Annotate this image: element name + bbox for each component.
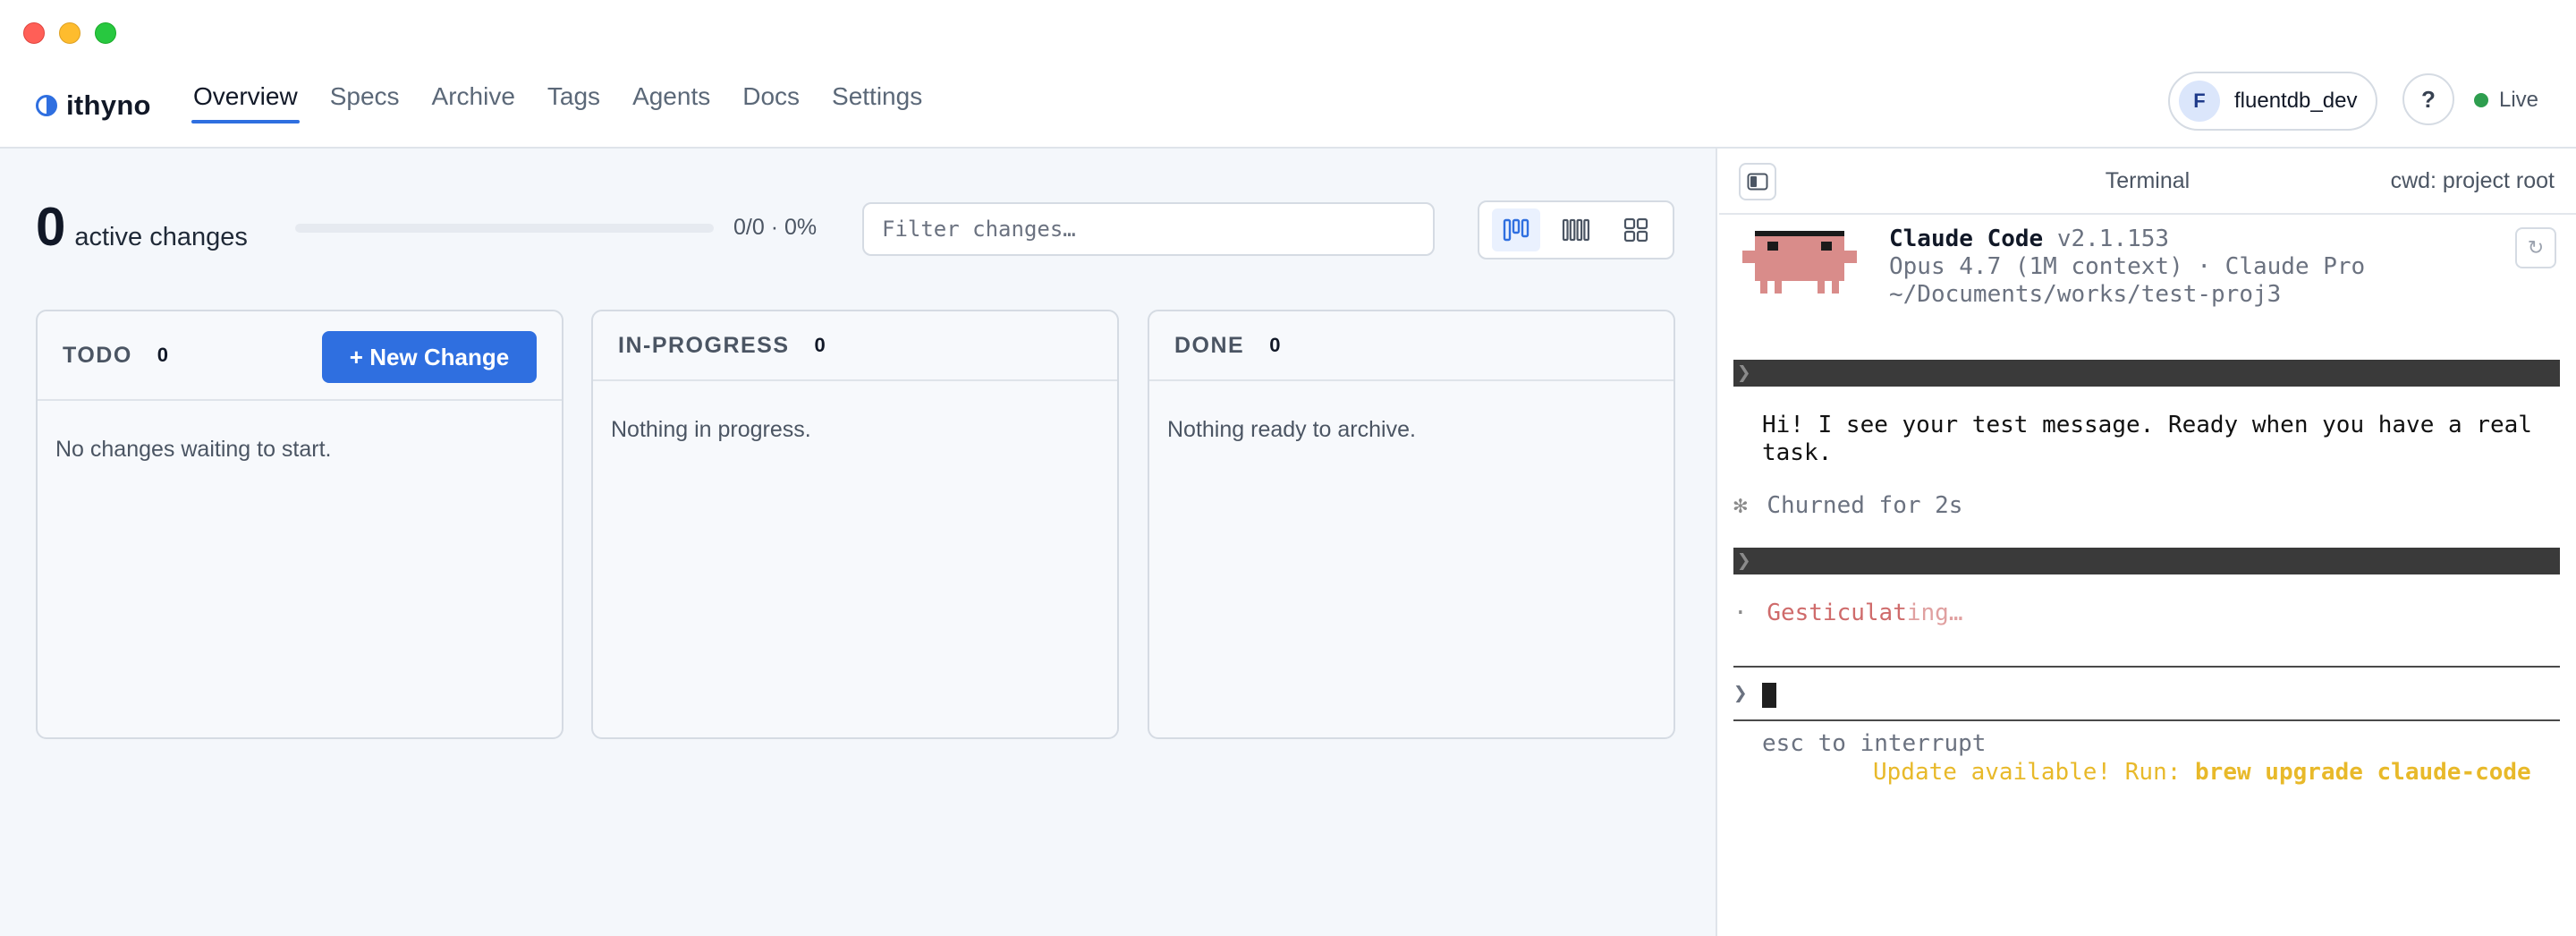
terminal-cwd: cwd: project root xyxy=(2390,168,2555,193)
churned-status: ✻ Churned for 2s xyxy=(1733,492,1962,520)
new-change-button[interactable]: + New Change xyxy=(322,331,537,383)
assistant-response: Hi! I see your test message. Ready when … xyxy=(1762,412,2532,467)
spinner-text-dim: ing… xyxy=(1906,600,1963,626)
user-prompt-text: test xyxy=(1818,387,1875,413)
nav-tab-agents[interactable]: Agents xyxy=(631,64,712,149)
input-chevron-icon: ❯ xyxy=(1733,680,1748,707)
asterisk-icon: ✻ xyxy=(1733,492,1748,519)
response-line: task. xyxy=(1762,439,1833,466)
active-changes-summary: 0 active changes xyxy=(36,200,248,254)
column-empty-message: Nothing ready to archive. xyxy=(1167,417,1416,442)
nav-tab-tags[interactable]: Tags xyxy=(546,64,602,149)
filter-changes-input[interactable] xyxy=(862,202,1435,256)
close-window-button[interactable] xyxy=(23,22,45,44)
update-command: brew upgrade claude-code xyxy=(2195,759,2531,786)
column-in-progress: IN-PROGRESS 0 Nothing in progress. xyxy=(591,310,1119,739)
nav-tab-specs[interactable]: Specs xyxy=(328,64,402,149)
app-header: ithyno Overview Specs Archive Tags Agent… xyxy=(0,64,2576,149)
restart-terminal-button[interactable]: ↻ xyxy=(2515,227,2556,268)
spinner-text: Gesticulat xyxy=(1767,600,1907,626)
column-empty-message: No changes waiting to start. xyxy=(55,437,332,462)
claude-code-info: Claude Code v2.1.153 Opus 4.7 (1M contex… xyxy=(1889,225,2365,309)
spinner-dot-icon: · xyxy=(1733,600,1748,626)
column-empty-message: Nothing in progress. xyxy=(611,417,811,442)
brand[interactable]: ithyno xyxy=(36,84,151,127)
user-prompt-line: ❯ /opsx:propose 'helloworld test function… xyxy=(1733,548,2560,601)
prompt-chevron-icon: ❯ xyxy=(1737,360,1751,387)
update-prefix: Update available! Run: xyxy=(1873,759,2196,786)
user-menu-button[interactable]: F fluentdb_dev xyxy=(2168,72,2377,131)
nav-tab-settings[interactable]: Settings xyxy=(830,64,924,149)
half-circle-logo-icon xyxy=(36,95,57,116)
column-count: 0 xyxy=(814,334,826,356)
user-prompt-text: /opsx:propose 'helloworld test function' xyxy=(1818,574,2378,601)
window-titlebar xyxy=(0,0,2576,64)
column-count: 0 xyxy=(157,344,169,366)
claude-mascot-icon xyxy=(1742,231,1857,294)
overview-panel: 0 active changes 0/0 · 0% Filter changes… xyxy=(0,149,1717,936)
spinner-status: · Gesticulating… xyxy=(1733,600,1962,627)
user-prompt-line: ❯ test xyxy=(1733,360,2560,413)
column-done: DONE 0 Nothing ready to archive. xyxy=(1148,310,1675,739)
claude-model: Opus 4.7 (1M context) · Claude Pro xyxy=(1889,253,2366,280)
interrupt-hint: esc to interrupt xyxy=(1762,730,1987,757)
status-dot-icon xyxy=(2474,93,2488,107)
nav-tab-archive[interactable]: Archive xyxy=(430,64,517,149)
avatar: F xyxy=(2179,81,2220,122)
compact-columns-icon xyxy=(1562,218,1589,242)
nav-tab-overview[interactable]: Overview xyxy=(191,64,300,149)
update-notice: Update available! Run: brew upgrade clau… xyxy=(1873,759,2531,787)
active-changes-count: 0 xyxy=(36,197,66,257)
refresh-icon: ↻ xyxy=(2527,236,2545,259)
app-name: ithyno xyxy=(66,89,151,121)
claude-path: ~/Documents/works/test-proj3 xyxy=(1889,281,2282,308)
column-title: DONE xyxy=(1174,332,1245,358)
zoom-window-button[interactable] xyxy=(95,22,116,44)
nav-tab-docs[interactable]: Docs xyxy=(741,64,801,149)
terminal-input-cursor[interactable] xyxy=(1762,683,1776,708)
column-title: TODO xyxy=(63,342,132,368)
progress-text: 0/0 · 0% xyxy=(733,215,818,240)
terminal-panel: Terminal cwd: project root ↻ Claude Code… xyxy=(1719,149,2576,936)
prompt-chevron-icon: ❯ xyxy=(1737,548,1751,574)
active-changes-label: active changes xyxy=(74,223,248,251)
column-count: 0 xyxy=(1269,334,1281,356)
live-status: Live xyxy=(2474,84,2538,116)
terminal-header: Terminal cwd: project root xyxy=(1719,149,2576,215)
minimize-window-button[interactable] xyxy=(59,22,80,44)
help-button[interactable]: ? xyxy=(2402,73,2454,125)
user-name: fluentdb_dev xyxy=(2234,89,2358,113)
claude-version: v2.1.153 xyxy=(2056,225,2170,252)
column-header: IN-PROGRESS 0 xyxy=(593,311,1117,381)
progress-bar xyxy=(295,224,714,233)
claude-app-name: Claude Code xyxy=(1889,225,2044,252)
status-label: Live xyxy=(2499,88,2539,112)
column-header: TODO 0 + New Change xyxy=(38,311,562,401)
column-header: DONE 0 xyxy=(1149,311,1674,381)
column-title: IN-PROGRESS xyxy=(618,332,790,358)
column-todo: TODO 0 + New Change No changes waiting t… xyxy=(36,310,564,739)
main-nav: Overview Specs Archive Tags Agents Docs … xyxy=(191,64,924,149)
grid-view-button[interactable] xyxy=(1612,208,1660,251)
input-top-rule xyxy=(1733,666,2560,668)
grid-view-icon xyxy=(1623,217,1648,243)
compact-columns-button[interactable] xyxy=(1552,208,1600,251)
response-line: Hi! I see your test message. Ready when … xyxy=(1762,412,2532,438)
churned-text: Churned for 2s xyxy=(1767,492,1963,519)
view-toggle xyxy=(1478,200,1674,260)
input-bottom-rule xyxy=(1733,719,2560,721)
columns-view-button[interactable] xyxy=(1492,208,1541,251)
columns-view-icon xyxy=(1504,218,1530,242)
